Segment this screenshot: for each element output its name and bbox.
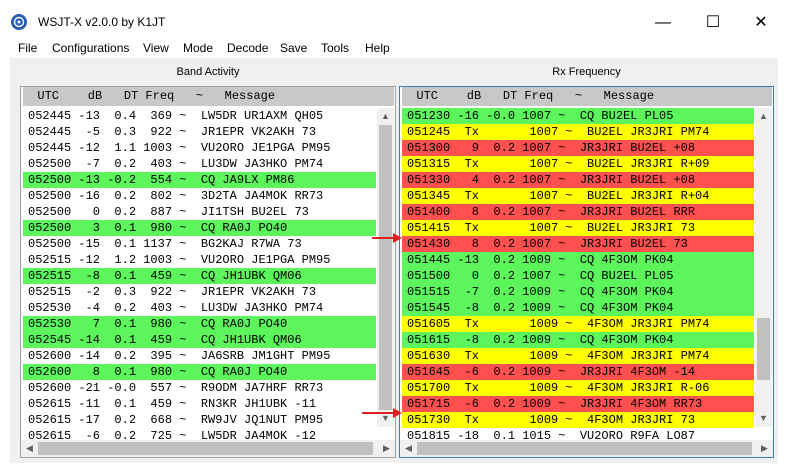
table-row[interactable]: 052600 8 0.1 980 ~ CQ RA0J PO40 (23, 364, 376, 380)
scroll-left-icon[interactable]: ◀ (21, 440, 38, 457)
table-row[interactable]: 051715 -6 0.2 1009 ~ JR3JRI 4F3OM RR73 (402, 396, 754, 412)
table-row[interactable]: 052615 -11 0.1 459 ~ RN3KR JH1UBK -11 (23, 396, 376, 412)
table-row[interactable]: 052615 -17 0.2 668 ~ RW9JV JQ1NUT PM95 (23, 412, 376, 428)
table-row[interactable]: 051615 -8 0.2 1009 ~ CQ 4F3OM PK04 (402, 332, 754, 348)
table-row[interactable]: 052530 -4 0.2 403 ~ LU3DW JA3HKO PM74 (23, 300, 376, 316)
table-row[interactable]: 051545 -8 0.2 1009 ~ CQ 4F3OM PK04 (402, 300, 754, 316)
table-row[interactable]: 052500 0 0.2 887 ~ JI1TSH BU2EL 73 (23, 204, 376, 220)
scroll-thumb[interactable] (379, 125, 392, 410)
menu-configurations[interactable]: Configurations (52, 41, 129, 55)
table-row[interactable]: 052500 -7 0.2 403 ~ LU3DW JA3HKO PM74 (23, 156, 376, 172)
rx-frequency-list[interactable]: 051230 -16 -0.0 1007 ~ CQ BU2EL PL05 0512… (402, 108, 754, 444)
table-row[interactable]: 051500 0 0.2 1007 ~ CQ BU2EL PL05 (402, 268, 754, 284)
table-row[interactable]: 051605 Tx 1009 ~ 4F3OM JR3JRI PM74 (402, 316, 754, 332)
table-row[interactable]: 051630 Tx 1009 ~ 4F3OM JR3JRI PM74 (402, 348, 754, 364)
table-row[interactable]: 051330 4 0.2 1007 ~ JR3JRI BU2EL +08 (402, 172, 754, 188)
table-row[interactable]: 051645 -6 0.2 1009 ~ JR3JRI 4F3OM -14 (402, 364, 754, 380)
table-row[interactable]: 052500 -13 -0.2 554 ~ CQ JA9LX PM86 (23, 172, 376, 188)
table-row[interactable]: 052445 -12 1.1 1003 ~ VU2ORO JE1PGA PM95 (23, 140, 376, 156)
table-row[interactable]: 051315 Tx 1007 ~ BU2EL JR3JRI R+09 (402, 156, 754, 172)
table-row[interactable]: 052515 -2 0.3 922 ~ JR1EPR VK2AKH 73 (23, 284, 376, 300)
scroll-right-icon[interactable]: ▶ (378, 440, 395, 457)
table-row[interactable]: 052515 -8 0.1 459 ~ CQ JH1UBK QM06 (23, 268, 376, 284)
app-icon (11, 14, 27, 30)
table-row[interactable]: 051300 9 0.2 1007 ~ JR3JRI BU2EL +08 (402, 140, 754, 156)
rx-frequency-vertical-scrollbar[interactable]: ▲ ▼ (755, 108, 772, 427)
menu-save[interactable]: Save (280, 41, 307, 55)
rx-frequency-column-header: UTC dB DT Freq ~ Message (402, 87, 772, 106)
table-row[interactable]: 051230 -16 -0.0 1007 ~ CQ BU2EL PL05 (402, 108, 754, 124)
window-title: WSJT-X v2.0.0 by K1JT (38, 15, 166, 29)
table-row[interactable]: 051445 -13 0.2 1009 ~ CQ 4F3OM PK04 (402, 252, 754, 268)
table-row[interactable]: 051245 Tx 1007 ~ BU2EL JR3JRI PM74 (402, 124, 754, 140)
horizontal-scroll-thumb[interactable] (417, 442, 752, 455)
scroll-up-icon[interactable]: ▲ (377, 108, 394, 125)
title-bar: WSJT-X v2.0.0 by K1JT — ☐ ✕ (0, 0, 787, 38)
table-row[interactable]: 052445 -13 0.4 369 ~ LW5DR UR1AXM QH05 (23, 108, 376, 124)
menu-help[interactable]: Help (365, 41, 390, 55)
table-row[interactable]: 051415 Tx 1007 ~ BU2EL JR3JRI 73 (402, 220, 754, 236)
red-arrow-marker (372, 233, 402, 243)
table-row[interactable]: 051700 Tx 1009 ~ 4F3OM JR3JRI R-06 (402, 380, 754, 396)
table-row[interactable]: 052515 -12 1.2 1003 ~ VU2ORO JE1PGA PM95 (23, 252, 376, 268)
table-row[interactable]: 052500 3 0.1 980 ~ CQ RA0J PO40 (23, 220, 376, 236)
rx-frequency-horizontal-scrollbar[interactable]: ◀ ▶ (400, 440, 773, 457)
menu-file[interactable]: File (18, 41, 37, 55)
band-activity-column-header: UTC dB DT Freq ~ Message (23, 87, 394, 106)
table-row[interactable]: 051515 -7 0.2 1009 ~ CQ 4F3OM PK04 (402, 284, 754, 300)
menu-decode[interactable]: Decode (227, 41, 268, 55)
table-row[interactable]: 052600 -21 -0.0 557 ~ R9ODM JA7HRF RR73 (23, 380, 376, 396)
table-row[interactable]: 052545 -14 0.1 459 ~ CQ JH1UBK QM06 (23, 332, 376, 348)
maximize-button[interactable]: ☐ (690, 8, 736, 38)
band-activity-list[interactable]: 052445 -13 0.4 369 ~ LW5DR UR1AXM QH05 05… (23, 108, 376, 444)
menu-view[interactable]: View (143, 41, 169, 55)
minimize-button[interactable]: — (640, 8, 686, 38)
red-arrow-marker (362, 408, 402, 418)
band-activity-pane[interactable]: UTC dB DT Freq ~ Message 052445 -13 0.4 … (20, 86, 396, 458)
table-row[interactable]: 051730 Tx 1009 ~ 4F3OM JR3JRI 73 (402, 412, 754, 428)
scroll-left-icon[interactable]: ◀ (400, 440, 417, 457)
rx-frequency-pane[interactable]: UTC dB DT Freq ~ Message 051230 -16 -0.0… (399, 86, 774, 458)
band-activity-horizontal-scrollbar[interactable]: ◀ ▶ (21, 440, 395, 457)
band-activity-vertical-scrollbar[interactable]: ▲ ▼ (377, 108, 394, 427)
table-row[interactable]: 051400 8 0.2 1007 ~ JR3JRI BU2EL RRR (402, 204, 754, 220)
close-button[interactable]: ✕ (738, 8, 784, 38)
horizontal-scroll-thumb[interactable] (38, 442, 373, 455)
table-row[interactable]: 052500 -15 0.1 1137 ~ BG2KAJ R7WA 73 (23, 236, 376, 252)
menu-tools[interactable]: Tools (321, 41, 349, 55)
table-row[interactable]: 051345 Tx 1007 ~ BU2EL JR3JRI R+04 (402, 188, 754, 204)
table-row[interactable]: 051430 8 0.2 1007 ~ JR3JRI BU2EL 73 (402, 236, 754, 252)
table-row[interactable]: 052600 -14 0.2 395 ~ JA6SRB JM1GHT PM95 (23, 348, 376, 364)
scroll-right-icon[interactable]: ▶ (756, 440, 773, 457)
table-row[interactable]: 052530 7 0.1 980 ~ CQ RA0J PO40 (23, 316, 376, 332)
menu-bar: File Configurations View Mode Decode Sav… (0, 38, 787, 58)
scroll-down-icon[interactable]: ▼ (755, 410, 772, 427)
band-activity-title: Band Activity (176, 66, 240, 78)
scroll-thumb[interactable] (757, 318, 770, 380)
scroll-up-icon[interactable]: ▲ (755, 108, 772, 125)
table-row[interactable]: 052445 -5 0.3 922 ~ JR1EPR VK2AKH 73 (23, 124, 376, 140)
menu-mode[interactable]: Mode (183, 41, 213, 55)
rx-frequency-title: Rx Frequency (552, 66, 621, 78)
table-row[interactable]: 052500 -16 0.2 802 ~ 3D2TA JA4MOK RR73 (23, 188, 376, 204)
